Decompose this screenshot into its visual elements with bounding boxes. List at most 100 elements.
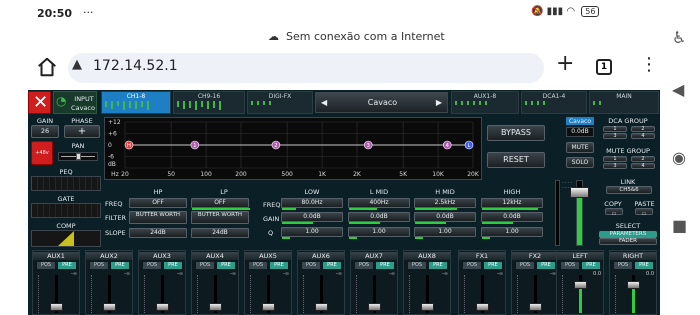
aux-name[interactable]: AUX7 xyxy=(351,252,397,260)
select-fader-button[interactable]: FADER xyxy=(599,238,657,245)
pre-button[interactable]: PRE xyxy=(484,262,502,269)
home-icon[interactable] xyxy=(36,56,58,78)
copy-button[interactable]: ▭ xyxy=(605,208,623,217)
tab-ch1-8[interactable]: CH1-8 xyxy=(101,91,171,114)
gain-value-button[interactable]: 26 xyxy=(31,125,59,138)
send-fader-knob[interactable] xyxy=(476,303,489,311)
peq-preview[interactable] xyxy=(31,176,101,191)
pos-button[interactable]: POS xyxy=(37,262,55,269)
send-fader-knob[interactable] xyxy=(315,303,328,311)
accessibility-icon[interactable]: ♿ xyxy=(672,28,686,47)
band-hmid-q[interactable]: 1.00 xyxy=(414,227,476,239)
pan-knob[interactable] xyxy=(76,153,81,160)
dca-4-button[interactable]: 4 xyxy=(631,133,655,139)
phantom-power-button[interactable]: +48v xyxy=(31,141,53,165)
mute-group-3-button[interactable]: 3 xyxy=(603,163,627,169)
hp-filter-type-button[interactable]: BUTTER WORTH xyxy=(129,211,187,224)
aux-name[interactable]: AUX8 xyxy=(404,252,450,260)
lp-slope-button[interactable]: 24dB xyxy=(191,228,249,238)
pre-button[interactable]: PRE xyxy=(537,262,555,269)
url-text[interactable]: 172.14.52.1 xyxy=(93,58,178,74)
bypass-button[interactable]: BYPASS xyxy=(487,125,545,141)
menu-icon[interactable]: ⋮ xyxy=(640,54,658,75)
pre-button[interactable]: PRE xyxy=(323,262,341,269)
send-fader-knob[interactable] xyxy=(50,303,63,311)
band-low-gain[interactable]: 0.0dB xyxy=(281,212,343,224)
pos-button[interactable]: POS xyxy=(143,262,161,269)
home-circle-icon[interactable]: ◉ xyxy=(672,148,686,167)
mute-group-2-button[interactable]: 2 xyxy=(631,156,655,162)
pos-button[interactable]: POS xyxy=(408,262,426,269)
send-fader-knob[interactable] xyxy=(262,303,275,311)
gate-preview[interactable] xyxy=(31,203,101,218)
channel-fader-knob[interactable] xyxy=(570,187,589,198)
band-low-q[interactable]: 1.00 xyxy=(281,227,343,239)
dca-1-button[interactable]: 1 xyxy=(603,126,627,132)
paste-button[interactable]: ▭ xyxy=(635,208,653,217)
pre-button[interactable]: PRE xyxy=(635,262,653,269)
pre-button[interactable]: PRE xyxy=(217,262,235,269)
band-lmid-freq[interactable]: 400Hz xyxy=(348,198,410,210)
prev-channel-icon[interactable]: ◀ xyxy=(321,98,327,107)
recents-icon[interactable]: ■ xyxy=(672,216,687,235)
tab-main[interactable]: MAIN xyxy=(589,91,659,114)
hp-slope-button[interactable]: 24dB xyxy=(129,228,187,238)
pos-button[interactable]: POS xyxy=(302,262,320,269)
send-fader-knob[interactable] xyxy=(103,303,116,311)
channel-selector[interactable]: ◀ Cavaco ▶ xyxy=(315,92,448,113)
next-channel-icon[interactable]: ▶ xyxy=(436,98,442,107)
band-lmid-gain[interactable]: 0.0dB xyxy=(348,212,410,224)
aux-name[interactable]: AUX3 xyxy=(139,252,185,260)
aux-name[interactable]: AUX4 xyxy=(192,252,238,260)
pre-button[interactable]: PRE xyxy=(111,262,129,269)
band-high-gain[interactable]: 0.0dB xyxy=(481,212,543,224)
pan-slider[interactable] xyxy=(58,152,98,161)
dca-2-button[interactable]: 2 xyxy=(631,126,655,132)
input-source-button[interactable]: ◔ INPUT Cavaco xyxy=(53,91,97,114)
aux-name[interactable]: AUX6 xyxy=(298,252,344,260)
band-hmid-freq[interactable]: 2.5kHz xyxy=(414,198,476,210)
pre-button[interactable]: PRE xyxy=(164,262,182,269)
send-fader-knob[interactable] xyxy=(627,281,640,289)
pre-button[interactable]: PRE xyxy=(270,262,288,269)
pre-button[interactable]: PRE xyxy=(376,262,394,269)
pre-button[interactable]: PRE xyxy=(582,262,600,269)
tab-ch9-16[interactable]: CH9-16 xyxy=(173,91,245,114)
send-fader-knob[interactable] xyxy=(421,303,434,311)
send-fader-knob[interactable] xyxy=(156,303,169,311)
aux-name[interactable]: LEFT xyxy=(557,252,603,260)
band-high-q[interactable]: 1.00 xyxy=(481,227,543,239)
pos-button[interactable]: POS xyxy=(249,262,267,269)
eq-graph-svg[interactable]: +12 +6 0 -6dB Hz 20 50 100 200 500 1K 2K 5K 10K 20K H 1 2… xyxy=(105,118,481,179)
aux-name[interactable]: FX2 xyxy=(512,252,558,260)
dca-3-button[interactable]: 3 xyxy=(603,133,627,139)
reset-button[interactable]: RESET xyxy=(487,152,545,168)
aux-name[interactable]: RIGHT xyxy=(610,252,656,260)
pos-button[interactable]: POS xyxy=(90,262,108,269)
comp-preview[interactable] xyxy=(31,230,101,247)
band-high-freq[interactable]: 12kHz xyxy=(481,198,543,210)
phase-button[interactable]: + xyxy=(64,125,100,138)
solo-button[interactable]: SOLO xyxy=(566,157,594,168)
lp-freq-button[interactable]: OFF xyxy=(191,198,250,210)
mute-button[interactable]: MUTE xyxy=(566,142,594,153)
aux-name[interactable]: AUX2 xyxy=(86,252,132,260)
pos-button[interactable]: POS xyxy=(561,262,579,269)
mute-group-1-button[interactable]: 1 xyxy=(603,156,627,162)
eq-graph[interactable]: +12 +6 0 -6 dB Hz 20 50 100 200 500 1K 2K 5K 10K 20K H 1 2… xyxy=(104,117,482,180)
tab-digi-fx[interactable]: DIGI-FX xyxy=(247,91,313,114)
pos-button[interactable]: POS xyxy=(355,262,373,269)
tab-aux1-8[interactable]: AUX1-8 xyxy=(451,91,519,114)
link-button[interactable]: CH5&6 xyxy=(606,186,652,194)
mute-group-4-button[interactable]: 4 xyxy=(631,163,655,169)
warning-icon[interactable]: ▲ xyxy=(72,57,82,72)
send-fader-knob[interactable] xyxy=(574,281,587,289)
new-tab-icon[interactable]: + xyxy=(556,51,574,76)
back-icon[interactable]: ◀ xyxy=(672,80,684,99)
pre-button[interactable]: PRE xyxy=(58,262,76,269)
pos-button[interactable]: POS xyxy=(196,262,214,269)
aux-name[interactable]: AUX1 xyxy=(33,252,79,260)
band-hmid-gain[interactable]: 0.0dB xyxy=(414,212,476,224)
band-low-freq[interactable]: 80.0Hz xyxy=(281,198,343,210)
send-fader-knob[interactable] xyxy=(368,303,381,311)
